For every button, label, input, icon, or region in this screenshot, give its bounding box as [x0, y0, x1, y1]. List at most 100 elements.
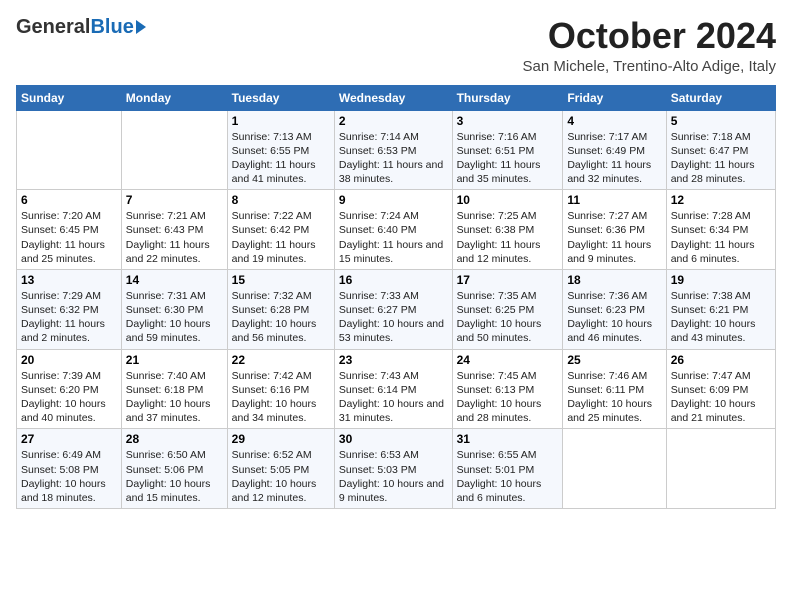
- day-number: 19: [671, 273, 771, 287]
- week-row-1: 1Sunrise: 7:13 AM Sunset: 6:55 PM Daylig…: [17, 110, 776, 190]
- day-info: Sunrise: 7:42 AM Sunset: 6:16 PM Dayligh…: [232, 369, 330, 426]
- day-info: Sunrise: 7:47 AM Sunset: 6:09 PM Dayligh…: [671, 369, 771, 426]
- day-number: 14: [126, 273, 223, 287]
- calendar-cell: 20 Sunrise: 7:39 AM Sunset: 6:20 PM Dayli…: [17, 349, 122, 429]
- header-row: SundayMondayTuesdayWednesdayThursdayFrid…: [17, 85, 776, 110]
- day-info: Sunrise: 7:32 AM Sunset: 6:28 PM Dayligh…: [232, 289, 330, 346]
- calendar-cell: 2 Sunrise: 7:14 AM Sunset: 6:53 PM Daylig…: [334, 110, 452, 190]
- calendar-cell: 26 Sunrise: 7:47 AM Sunset: 6:09 PM Dayli…: [666, 349, 775, 429]
- calendar-cell: [17, 110, 122, 190]
- day-number: 21: [126, 353, 223, 367]
- day-number: 10: [457, 193, 559, 207]
- week-row-4: 20 Sunrise: 7:39 AM Sunset: 6:20 PM Dayli…: [17, 349, 776, 429]
- day-number: 26: [671, 353, 771, 367]
- day-info: Sunrise: 7:33 AM Sunset: 6:27 PM Dayligh…: [339, 289, 448, 346]
- day-number: 30: [339, 432, 448, 446]
- calendar-cell: 8Sunrise: 7:22 AM Sunset: 6:42 PM Daylig…: [227, 190, 334, 270]
- day-info: Sunrise: 6:50 AM Sunset: 5:06 PM Dayligh…: [126, 448, 223, 505]
- month-title: October 2024: [523, 16, 776, 56]
- day-number: 12: [671, 193, 771, 207]
- day-header-wednesday: Wednesday: [334, 85, 452, 110]
- day-info: Sunrise: 7:24 AM Sunset: 6:40 PM Dayligh…: [339, 209, 448, 266]
- day-header-saturday: Saturday: [666, 85, 775, 110]
- day-number: 3: [457, 114, 559, 128]
- day-info: Sunrise: 7:28 AM Sunset: 6:34 PM Dayligh…: [671, 209, 771, 266]
- week-row-5: 27Sunrise: 6:49 AM Sunset: 5:08 PM Dayli…: [17, 429, 776, 509]
- calendar-cell: [563, 429, 666, 509]
- calendar-cell: 18Sunrise: 7:36 AM Sunset: 6:23 PM Dayli…: [563, 269, 666, 349]
- day-number: 18: [567, 273, 661, 287]
- day-info: Sunrise: 7:20 AM Sunset: 6:45 PM Dayligh…: [21, 209, 117, 266]
- calendar-cell: 22Sunrise: 7:42 AM Sunset: 6:16 PM Dayli…: [227, 349, 334, 429]
- day-header-tuesday: Tuesday: [227, 85, 334, 110]
- day-number: 31: [457, 432, 559, 446]
- day-number: 13: [21, 273, 117, 287]
- day-number: 16: [339, 273, 448, 287]
- day-number: 24: [457, 353, 559, 367]
- calendar-cell: 24Sunrise: 7:45 AM Sunset: 6:13 PM Dayli…: [452, 349, 563, 429]
- day-number: 29: [232, 432, 330, 446]
- day-info: Sunrise: 7:25 AM Sunset: 6:38 PM Dayligh…: [457, 209, 559, 266]
- calendar-table: SundayMondayTuesdayWednesdayThursdayFrid…: [16, 85, 776, 509]
- day-info: Sunrise: 7:43 AM Sunset: 6:14 PM Dayligh…: [339, 369, 448, 426]
- day-info: Sunrise: 7:22 AM Sunset: 6:42 PM Dayligh…: [232, 209, 330, 266]
- calendar-cell: [666, 429, 775, 509]
- calendar-cell: 29 Sunrise: 6:52 AM Sunset: 5:05 PM Dayli…: [227, 429, 334, 509]
- calendar-cell: 28 Sunrise: 6:50 AM Sunset: 5:06 PM Dayli…: [121, 429, 227, 509]
- calendar-page: GeneralBlue October 2024 San Michele, Tr…: [0, 0, 792, 519]
- day-info: Sunrise: 6:52 AM Sunset: 5:05 PM Dayligh…: [232, 448, 330, 505]
- logo-blue: Blue: [90, 16, 133, 39]
- calendar-cell: 13 Sunrise: 7:29 AM Sunset: 6:32 PM Dayli…: [17, 269, 122, 349]
- calendar-cell: 4 Sunrise: 7:17 AM Sunset: 6:49 PM Daylig…: [563, 110, 666, 190]
- day-number: 28: [126, 432, 223, 446]
- day-header-sunday: Sunday: [17, 85, 122, 110]
- logo-arrow-icon: [136, 20, 146, 34]
- calendar-cell: 6 Sunrise: 7:20 AM Sunset: 6:45 PM Daylig…: [17, 190, 122, 270]
- day-info: Sunrise: 7:29 AM Sunset: 6:32 PM Dayligh…: [21, 289, 117, 346]
- calendar-cell: [121, 110, 227, 190]
- day-info: Sunrise: 6:53 AM Sunset: 5:03 PM Dayligh…: [339, 448, 448, 505]
- day-info: Sunrise: 7:46 AM Sunset: 6:11 PM Dayligh…: [567, 369, 661, 426]
- calendar-cell: 5Sunrise: 7:18 AM Sunset: 6:47 PM Daylig…: [666, 110, 775, 190]
- day-number: 4: [567, 114, 661, 128]
- day-number: 11: [567, 193, 661, 207]
- calendar-cell: 25 Sunrise: 7:46 AM Sunset: 6:11 PM Dayli…: [563, 349, 666, 429]
- day-info: Sunrise: 7:14 AM Sunset: 6:53 PM Dayligh…: [339, 130, 448, 187]
- day-number: 9: [339, 193, 448, 207]
- calendar-cell: 31 Sunrise: 6:55 AM Sunset: 5:01 PM Dayli…: [452, 429, 563, 509]
- day-number: 25: [567, 353, 661, 367]
- calendar-cell: 9 Sunrise: 7:24 AM Sunset: 6:40 PM Daylig…: [334, 190, 452, 270]
- title-block: October 2024 San Michele, Trentino-Alto …: [523, 16, 776, 75]
- day-number: 2: [339, 114, 448, 128]
- day-info: Sunrise: 7:13 AM Sunset: 6:55 PM Dayligh…: [232, 130, 330, 187]
- logo-general: General: [16, 16, 90, 39]
- day-number: 20: [21, 353, 117, 367]
- day-info: Sunrise: 7:38 AM Sunset: 6:21 PM Dayligh…: [671, 289, 771, 346]
- logo: GeneralBlue: [16, 16, 146, 39]
- day-number: 7: [126, 193, 223, 207]
- day-info: Sunrise: 7:18 AM Sunset: 6:47 PM Dayligh…: [671, 130, 771, 187]
- day-info: Sunrise: 7:35 AM Sunset: 6:25 PM Dayligh…: [457, 289, 559, 346]
- calendar-cell: 10 Sunrise: 7:25 AM Sunset: 6:38 PM Dayli…: [452, 190, 563, 270]
- day-number: 6: [21, 193, 117, 207]
- calendar-cell: 3 Sunrise: 7:16 AM Sunset: 6:51 PM Daylig…: [452, 110, 563, 190]
- day-info: Sunrise: 7:17 AM Sunset: 6:49 PM Dayligh…: [567, 130, 661, 187]
- calendar-cell: 1Sunrise: 7:13 AM Sunset: 6:55 PM Daylig…: [227, 110, 334, 190]
- week-row-2: 6 Sunrise: 7:20 AM Sunset: 6:45 PM Daylig…: [17, 190, 776, 270]
- header: GeneralBlue October 2024 San Michele, Tr…: [16, 16, 776, 75]
- calendar-cell: 19 Sunrise: 7:38 AM Sunset: 6:21 PM Dayli…: [666, 269, 775, 349]
- calendar-cell: 7 Sunrise: 7:21 AM Sunset: 6:43 PM Daylig…: [121, 190, 227, 270]
- calendar-cell: 30 Sunrise: 6:53 AM Sunset: 5:03 PM Dayli…: [334, 429, 452, 509]
- day-number: 17: [457, 273, 559, 287]
- day-info: Sunrise: 7:39 AM Sunset: 6:20 PM Dayligh…: [21, 369, 117, 426]
- calendar-cell: 15Sunrise: 7:32 AM Sunset: 6:28 PM Dayli…: [227, 269, 334, 349]
- day-info: Sunrise: 7:40 AM Sunset: 6:18 PM Dayligh…: [126, 369, 223, 426]
- day-info: Sunrise: 6:55 AM Sunset: 5:01 PM Dayligh…: [457, 448, 559, 505]
- day-number: 27: [21, 432, 117, 446]
- day-info: Sunrise: 7:16 AM Sunset: 6:51 PM Dayligh…: [457, 130, 559, 187]
- calendar-cell: 17 Sunrise: 7:35 AM Sunset: 6:25 PM Dayli…: [452, 269, 563, 349]
- day-header-friday: Friday: [563, 85, 666, 110]
- calendar-cell: 11Sunrise: 7:27 AM Sunset: 6:36 PM Dayli…: [563, 190, 666, 270]
- day-info: Sunrise: 7:21 AM Sunset: 6:43 PM Dayligh…: [126, 209, 223, 266]
- location: San Michele, Trentino-Alto Adige, Italy: [523, 58, 776, 75]
